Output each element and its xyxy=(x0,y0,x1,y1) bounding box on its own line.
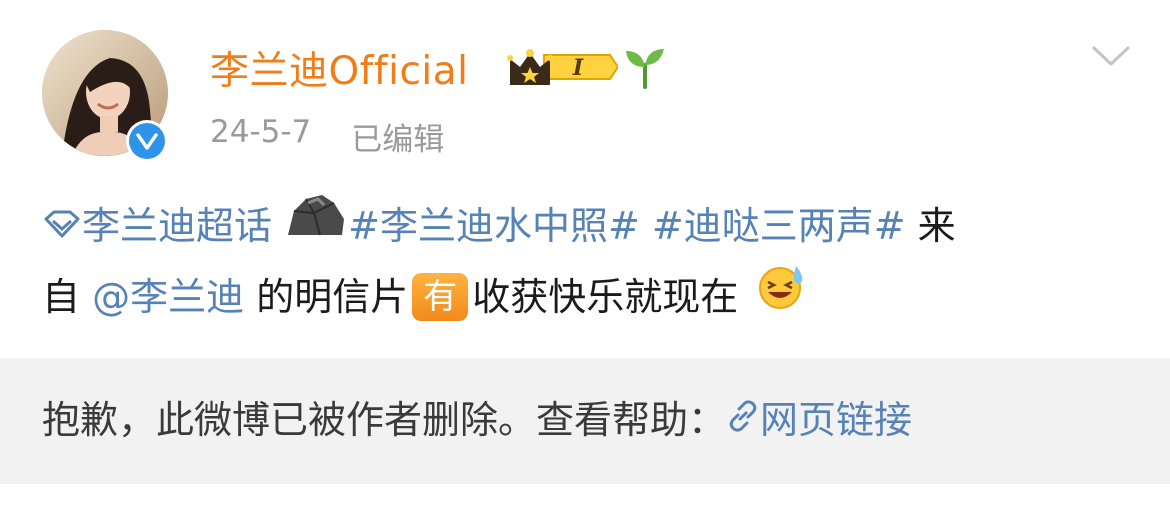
chevron-down-icon[interactable] xyxy=(1090,42,1132,76)
hashtag-link-1[interactable]: #李兰迪水中照# xyxy=(348,204,640,248)
laughing-tears-emoji-icon xyxy=(756,260,808,333)
supertopic-label: 李兰迪超话 xyxy=(82,204,273,248)
web-link-label: 网页链接 xyxy=(760,398,913,442)
content-text-1: 来 xyxy=(905,204,956,248)
user-badges: I xyxy=(506,48,668,96)
sprout-icon[interactable] xyxy=(622,45,668,93)
content-line-1: 李兰迪超话 #李兰迪水中照# #迪哒三两声# 来 xyxy=(42,192,1132,263)
you-emoji-badge: 有 xyxy=(412,272,469,321)
content-text-2: 自 xyxy=(42,275,81,319)
supertopic-link[interactable]: 李兰迪超话 xyxy=(42,204,284,248)
rock-emoji-icon xyxy=(284,191,348,260)
deleted-notice-text: 抱歉，此微博已被作者删除。查看帮助： xyxy=(42,398,727,442)
link-icon xyxy=(726,391,760,449)
diamond-icon xyxy=(42,192,82,260)
content-text-3: 的明信片 xyxy=(244,275,409,319)
username[interactable]: 李兰迪Official xyxy=(210,46,469,98)
verified-badge-icon xyxy=(126,120,168,162)
badge-level: I xyxy=(572,55,584,81)
deleted-notice: 抱歉，此微博已被作者删除。查看帮助： 网页链接 xyxy=(0,358,1170,484)
post-date: 24-5-7 xyxy=(210,114,312,150)
edited-label[interactable]: 已编辑 xyxy=(351,114,444,159)
crown-level-badge-icon[interactable]: I xyxy=(506,45,620,93)
mention-link[interactable]: @李兰迪 xyxy=(92,275,244,319)
content-text-4: 收获快乐就现在 xyxy=(472,275,739,319)
post-content: 李兰迪超话 #李兰迪水中照# #迪哒三两声# 来 自 @李兰迪 的明信片有收获快… xyxy=(42,192,1132,336)
hashtag-link-2[interactable]: #迪哒三两声# xyxy=(652,204,906,248)
web-link[interactable]: 网页链接 xyxy=(726,398,912,442)
content-line-2: 自 @李兰迪 的明信片有收获快乐就现在 xyxy=(42,263,1132,336)
post-meta: 24-5-7 已编辑 xyxy=(210,114,444,159)
